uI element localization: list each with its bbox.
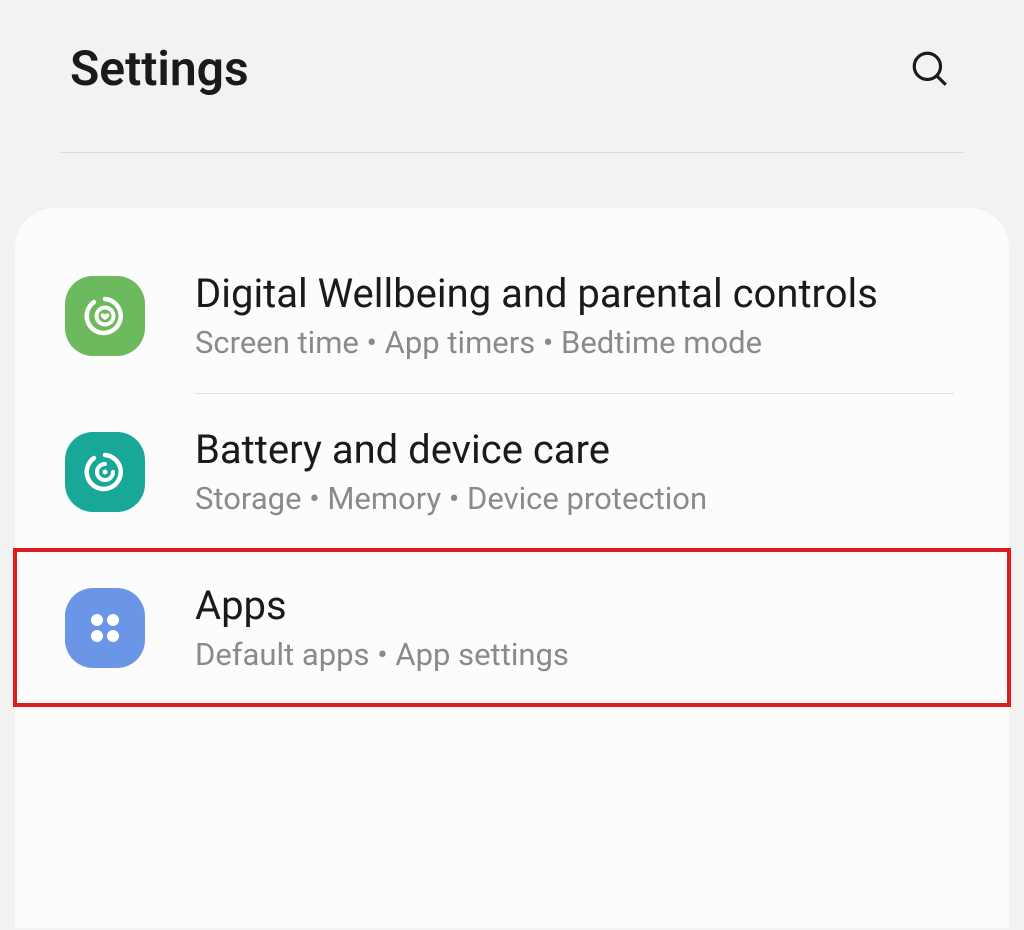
page-title: Settings bbox=[70, 40, 249, 97]
search-button[interactable] bbox=[906, 45, 954, 93]
settings-item-subtitle: Default apps • App settings bbox=[195, 636, 964, 673]
settings-item-text: Battery and device care Storage • Memory… bbox=[195, 426, 964, 517]
settings-item-device-care[interactable]: Battery and device care Storage • Memory… bbox=[15, 394, 1009, 549]
settings-item-title: Digital Wellbeing and parental controls bbox=[195, 270, 964, 318]
wellbeing-icon bbox=[65, 276, 145, 356]
settings-item-apps[interactable]: Apps Default apps • App settings bbox=[15, 550, 1009, 705]
device-care-icon bbox=[65, 432, 145, 512]
settings-item-title: Apps bbox=[195, 582, 964, 630]
settings-header: Settings bbox=[0, 0, 1024, 127]
settings-item-subtitle: Screen time • App timers • Bedtime mode bbox=[195, 324, 964, 361]
apps-icon bbox=[65, 588, 145, 668]
settings-item-title: Battery and device care bbox=[195, 426, 964, 474]
settings-item-subtitle: Storage • Memory • Device protection bbox=[195, 480, 964, 517]
search-icon bbox=[909, 48, 951, 90]
settings-item-wellbeing[interactable]: Digital Wellbeing and parental controls … bbox=[15, 238, 1009, 393]
settings-item-text: Digital Wellbeing and parental controls … bbox=[195, 270, 964, 361]
settings-list-card: Digital Wellbeing and parental controls … bbox=[15, 208, 1009, 928]
header-divider bbox=[60, 152, 964, 153]
settings-item-text: Apps Default apps • App settings bbox=[195, 582, 964, 673]
